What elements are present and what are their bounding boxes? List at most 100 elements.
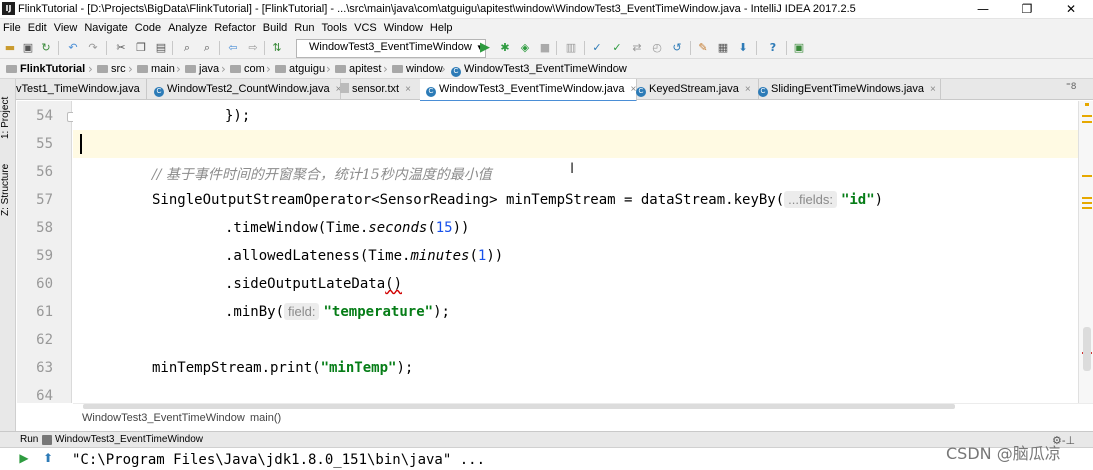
line-number: 61 [36,304,53,320]
menu-bar: File Edit View Navigate Code Analyze Refactor B… [0,19,1093,37]
copy-icon[interactable]: ❐ [134,41,148,55]
tab-keyedstream[interactable]: C KeyedStream.java × [630,79,759,100]
run-panel-label[interactable]: Run [20,434,38,445]
paste-icon[interactable]: ▤ [154,41,168,55]
close-tab-icon[interactable]: × [146,84,147,95]
breadcrumb-atguigu[interactable]: atguigu [275,59,325,79]
tab-sensor-txt[interactable]: sensor.txt × [334,79,427,100]
tab-sliding-event-time-windows[interactable]: C SlidingEventTimeWindows.java × [752,79,941,100]
open-folder-icon[interactable]: ▬ [3,41,17,55]
breadcrumb-java[interactable]: java [185,59,219,79]
menu-file[interactable]: File [0,19,25,37]
breadcrumb-separator: › [88,62,93,76]
stop-icon[interactable]: ■ [538,41,552,55]
tab-windowtest1[interactable]: vTest1_TimeWindow.java× [16,79,147,100]
minimize-button[interactable]: — [961,0,1005,18]
package-icon [335,65,346,73]
coverage-icon[interactable]: ◈ [518,41,532,55]
package-icon [392,65,403,73]
structure-tool-button[interactable]: Z: Structure [0,155,16,225]
tab-windowtest2[interactable]: C WindowTest2_CountWindow.java × [148,79,341,100]
menu-help[interactable]: Help [427,19,457,37]
toolbar-separator [58,41,59,55]
forward-icon[interactable]: ⇨ [246,41,260,55]
breadcrumb-separator: › [616,62,621,76]
build-project-icon[interactable]: ⇅ [270,41,284,55]
close-tab-icon[interactable]: × [405,84,411,95]
back-icon[interactable]: ⇦ [226,41,240,55]
help-icon[interactable]: ? [766,41,780,55]
horizontal-scrollbar[interactable] [83,404,955,409]
breadcrumb-main[interactable]: main [137,59,175,79]
vcs-commit-icon[interactable]: ✓ [610,41,624,55]
vcs-update-icon[interactable]: ✓ [590,41,604,55]
warning-marker[interactable] [1082,175,1092,177]
menu-view[interactable]: View [51,19,82,37]
menu-analyze[interactable]: Analyze [165,19,211,37]
editor-breadcrumb-class[interactable]: WindowTest3_EventTimeWindow [82,412,245,424]
run-console[interactable]: ▶ ⬆ "C:\Program Files\Java\jdk1.8.0_151\… [0,448,1093,470]
vcs-revert-icon[interactable]: ↺ [670,41,684,55]
rerun-icon[interactable]: ▶ [16,450,32,466]
warning-marker[interactable] [1082,207,1092,209]
project-tool-button[interactable]: 1: Project [0,87,16,149]
breadcrumb-window[interactable]: window [392,59,443,79]
warning-indicator-icon[interactable] [1085,103,1089,106]
menu-window[interactable]: Window [381,19,427,37]
class-icon: C [426,87,436,97]
breadcrumb-com[interactable]: com [230,59,265,79]
close-tab-icon[interactable]: × [930,84,936,95]
tab-windowtest3[interactable]: C WindowTest3_EventTimeWindow.java × [420,79,637,102]
toolbar-separator [172,41,173,55]
scroll-up-icon[interactable]: ⬆ [40,450,56,466]
menu-build[interactable]: Build [260,19,291,37]
menu-vcs[interactable]: VCS [351,19,381,37]
breadcrumb-apitest[interactable]: apitest [335,59,381,79]
synchronize-icon[interactable]: ↻ [39,41,53,55]
error-stripe[interactable] [1078,101,1093,403]
menu-navigate[interactable]: Navigate [81,19,131,37]
replace-icon[interactable]: ⌕ [200,41,214,55]
restore-button[interactable]: ❐ [1005,0,1049,18]
save-all-icon[interactable]: ▣ [21,41,35,55]
vertical-scrollbar-thumb[interactable] [1083,327,1091,371]
code-editor[interactable]: }); // 基于事件时间的开窗聚合，统计15秒内温度的最小值 I Single… [73,101,1078,403]
code-line-58: .timeWindow(Time.seconds(15)) [225,220,470,236]
breadcrumb-separator: › [441,62,446,76]
editor-breadcrumb-method[interactable]: main() [250,412,281,424]
menu-refactor[interactable]: Refactor [211,19,260,37]
toolbar-separator [756,41,757,55]
run-panel-config-tab[interactable]: WindowTest3_EventTimeWindow [55,434,203,445]
run-icon[interactable]: ▶ [478,41,492,55]
tab-overflow-button[interactable]: ⁼8 [1066,82,1076,92]
close-window-button[interactable]: ✕ [1049,0,1093,18]
warning-marker[interactable] [1082,202,1092,204]
current-line-highlight [73,130,1078,158]
breadcrumb-separator: › [128,62,133,76]
vcs-history-icon[interactable]: ◴ [650,41,664,55]
terminal-icon[interactable]: ▣ [792,41,806,55]
vcs-compare-icon[interactable]: ⇄ [630,41,644,55]
warning-marker[interactable] [1082,115,1092,117]
menu-tools[interactable]: Tools [318,19,351,37]
redo-icon[interactable]: ↷ [86,41,100,55]
warning-marker[interactable] [1082,197,1092,199]
menu-code[interactable]: Code [132,19,165,37]
make-module-icon[interactable]: ▥ [564,41,578,55]
cut-icon[interactable]: ✂ [114,41,128,55]
settings-wrench-icon[interactable]: ✎ [696,41,710,55]
undo-icon[interactable]: ↶ [66,41,80,55]
run-configuration-select[interactable]: WindowTest3_EventTimeWindow ▾ [296,39,486,58]
find-icon[interactable]: ⌕ [180,41,194,55]
breadcrumb-src[interactable]: src [97,59,126,79]
menu-run[interactable]: Run [291,19,318,37]
sdk-download-icon[interactable]: ⬇ [736,41,750,55]
menu-edit[interactable]: Edit [25,19,51,37]
warning-marker[interactable] [1082,121,1092,123]
debug-icon[interactable]: ✱ [498,41,512,55]
breadcrumb-project[interactable]: FlinkTutorial [6,59,85,79]
breadcrumb-class[interactable]: C WindowTest3_EventTimeWindow [451,59,627,79]
code-line-54: }); [225,108,251,124]
project-structure-icon[interactable]: ▦ [716,41,730,55]
close-tab-icon[interactable]: × [745,84,751,95]
